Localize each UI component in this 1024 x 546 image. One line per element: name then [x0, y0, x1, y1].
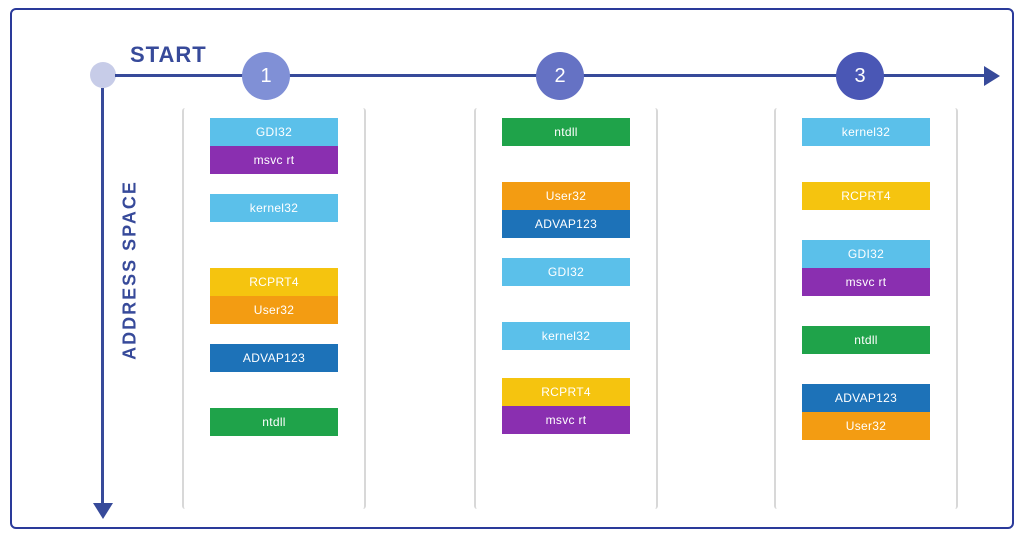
diagram-frame: START ADDRESS SPACE 123 GDI32msvc rtkern… [10, 8, 1014, 529]
block-ntdll: ntdll [502, 118, 630, 146]
block-rcprt4: RCPRT4 [802, 182, 930, 210]
block-rcprt4: RCPRT4 [502, 378, 630, 406]
block-gdi32: GDI32 [802, 240, 930, 268]
arrow-right-icon [984, 66, 1000, 86]
start-label: START [130, 42, 207, 68]
block-msvc-rt: msvc rt [502, 406, 630, 434]
column-2: ntdll User32ADVAP123 GDI32 kernel32 RCPRT4ms… [502, 118, 630, 434]
y-axis-line [101, 88, 104, 505]
block-user32: User32 [802, 412, 930, 440]
origin-dot [90, 62, 116, 88]
block-ntdll: ntdll [802, 326, 930, 354]
block-gdi32: GDI32 [502, 258, 630, 286]
block-user32: User32 [502, 182, 630, 210]
block-msvc-rt: msvc rt [210, 146, 338, 174]
block-advap123: ADVAP123 [802, 384, 930, 412]
block-user32: User32 [210, 296, 338, 324]
block-msvc-rt: msvc rt [802, 268, 930, 296]
step-marker-3: 3 [836, 52, 884, 100]
axis-label: ADDRESS SPACE [119, 180, 140, 360]
block-kernel32: kernel32 [802, 118, 930, 146]
block-gdi32: GDI32 [210, 118, 338, 146]
block-rcprt4: RCPRT4 [210, 268, 338, 296]
block-ntdll: ntdll [210, 408, 338, 436]
step-marker-1: 1 [242, 52, 290, 100]
arrow-down-icon [93, 503, 113, 519]
block-advap123: ADVAP123 [210, 344, 338, 372]
column-1: GDI32msvc rt kernel32 RCPRT4User32 ADVAP123… [210, 118, 338, 436]
column-3: kernel32 RCPRT4 GDI32msvc rt ntdll ADVAP123U… [802, 118, 930, 440]
step-marker-2: 2 [536, 52, 584, 100]
block-advap123: ADVAP123 [502, 210, 630, 238]
block-kernel32: kernel32 [210, 194, 338, 222]
block-kernel32: kernel32 [502, 322, 630, 350]
